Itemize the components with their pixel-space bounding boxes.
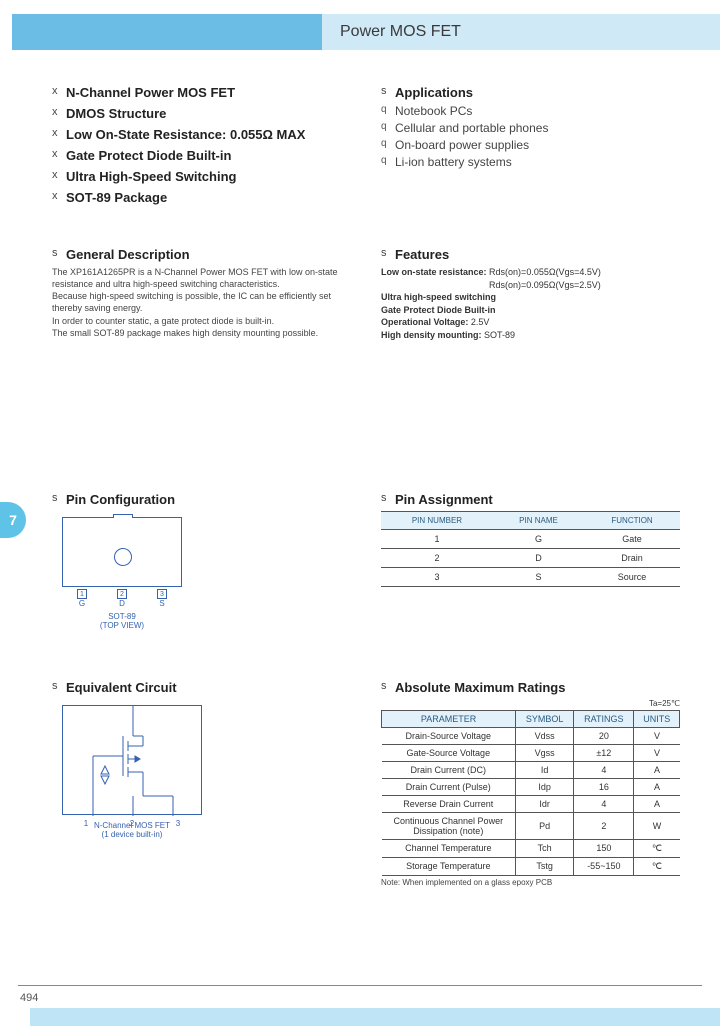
pin-config-heading: Pin Configuration: [52, 492, 351, 507]
pin-num: 1: [77, 589, 87, 599]
gd-line: The small SOT-89 package makes high dens…: [52, 328, 318, 338]
table-row: Continuous Channel Power Dissipation (no…: [382, 812, 680, 839]
mosfet-schematic-icon: [63, 706, 203, 816]
table-row: 3SSource: [381, 567, 680, 586]
th-ratings: RATINGS: [574, 710, 634, 727]
feat-line: Ultra high-speed switching: [381, 292, 496, 302]
pin-num: 2: [117, 589, 127, 599]
table-row: Drain Current (Pulse)Idp16A: [382, 778, 680, 795]
features-body: Low on-state resistance: Rds(on)=0.055Ω(…: [381, 266, 680, 342]
header-title: Power MOS FET: [322, 14, 720, 50]
table-row: Reverse Drain CurrentIdr4A: [382, 795, 680, 812]
page-number: 494: [20, 992, 38, 1004]
header-left-block: [12, 14, 322, 50]
th-pin-number: PIN NUMBER: [381, 511, 493, 529]
general-description-heading: General Description: [52, 247, 351, 262]
applications-heading: Applications: [381, 85, 680, 100]
feat-line: SOT-89: [484, 330, 515, 340]
th-symbol: SYMBOL: [516, 710, 574, 727]
app-item: On-board power supplies: [381, 138, 680, 152]
feature-bullets: N-Channel Power MOS FET DMOS Structure L…: [52, 85, 351, 205]
features-heading: Features: [381, 247, 680, 262]
general-description-body: The XP161A1265PR is a N-Channel Power MO…: [52, 266, 351, 339]
eq-pin: 3: [176, 819, 180, 828]
feat-line: Gate Protect Diode Built-in: [381, 305, 496, 315]
gd-line: Because high-speed switching is possible…: [52, 291, 331, 313]
feat-line: Operational Voltage:: [381, 317, 468, 327]
th-function: FUNCTION: [584, 511, 680, 529]
feat-line: Rds(on)=0.095Ω(Vgs=2.5V): [381, 280, 601, 290]
table-row: Drain-Source VoltageVdss20V: [382, 727, 680, 744]
table-row: 1GGate: [381, 529, 680, 548]
feat-line: High density mounting:: [381, 330, 482, 340]
th-parameter: PARAMETER: [382, 710, 516, 727]
max-ratings-heading: Absolute Maximum Ratings: [381, 680, 680, 695]
max-ratings-note: Note: When implemented on a glass epoxy …: [381, 878, 680, 887]
pin-name: G: [79, 599, 85, 608]
app-item: Notebook PCs: [381, 104, 680, 118]
feat-line: Low on-state resistance:: [381, 267, 487, 277]
pin-assignment-heading: Pin Assignment: [381, 492, 680, 507]
bullet-item: Gate Protect Diode Built-in: [52, 148, 351, 163]
header-band: Power MOS FET: [0, 14, 720, 50]
max-ratings-table: PARAMETER SYMBOL RATINGS UNITS Drain-Sou…: [381, 710, 680, 876]
pin-num: 3: [157, 589, 167, 599]
table-row: 2DDrain: [381, 548, 680, 567]
gd-line: The XP161A1265PR is a N-Channel Power MO…: [52, 267, 337, 289]
pin-config-diagram: [62, 517, 182, 587]
app-item: Li-ion battery systems: [381, 155, 680, 169]
gd-line: In order to counter static, a gate prote…: [52, 316, 274, 326]
table-row: Channel TemperatureTch150℃: [382, 839, 680, 857]
equivalent-circuit-diagram: 1 2 3: [62, 705, 202, 815]
bullet-item: SOT-89 Package: [52, 190, 351, 205]
feat-line: Rds(on)=0.055Ω(Vgs=4.5V): [489, 267, 601, 277]
footer-band: [30, 1008, 720, 1026]
pin-name: D: [119, 599, 125, 608]
table-row: Drain Current (DC)Id4A: [382, 761, 680, 778]
app-item: Cellular and portable phones: [381, 121, 680, 135]
pin-name: S: [159, 599, 164, 608]
table-row: Storage TemperatureTstg-55~150℃: [382, 857, 680, 875]
equivalent-circuit-heading: Equivalent Circuit: [52, 680, 351, 695]
eq-pin: 2: [130, 819, 134, 828]
footer-divider: [18, 985, 702, 986]
pin-assignment-table: PIN NUMBER PIN NAME FUNCTION 1GGate 2DDr…: [381, 511, 680, 587]
th-pin-name: PIN NAME: [493, 511, 584, 529]
th-units: UNITS: [634, 710, 680, 727]
eq-pin: 1: [84, 819, 88, 828]
feat-line: 2.5V: [471, 317, 490, 327]
bullet-item: DMOS Structure: [52, 106, 351, 121]
pin-config-caption: SOT-89(TOP VIEW): [52, 612, 192, 630]
table-row: Gate-Source VoltageVgss±12V: [382, 744, 680, 761]
applications-list: Notebook PCs Cellular and portable phone…: [381, 104, 680, 169]
bullet-item: Ultra High-Speed Switching: [52, 169, 351, 184]
pin-leads: 1G 2D 3S: [62, 587, 182, 608]
bullet-item: Low On-State Resistance: 0.055Ω MAX: [52, 127, 351, 142]
bullet-item: N-Channel Power MOS FET: [52, 85, 351, 100]
ta-condition: Ta=25℃: [381, 699, 680, 708]
